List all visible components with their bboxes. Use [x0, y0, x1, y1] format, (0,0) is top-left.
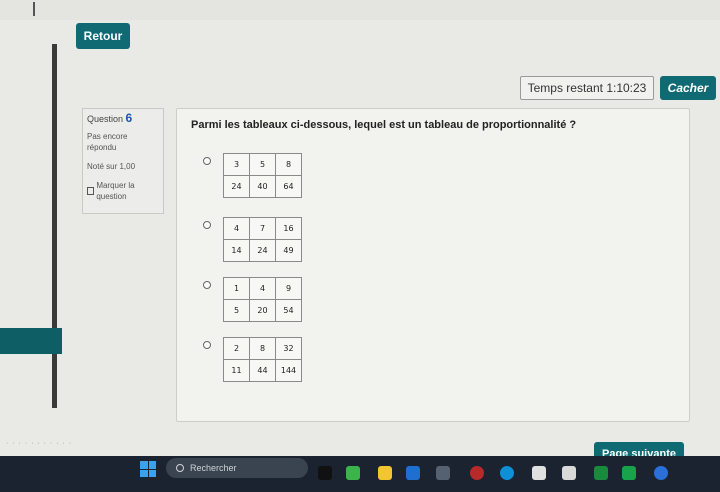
table-cell: 49 [275, 239, 302, 262]
table-cell: 8 [275, 153, 302, 176]
table-cell: 8 [249, 337, 276, 360]
option-3-table: 1 4 9 5 20 54 [223, 277, 302, 322]
table-cell: 1 [223, 277, 250, 300]
back-button[interactable]: Retour [76, 23, 130, 49]
app-icon[interactable] [594, 466, 608, 480]
drawer-active-item[interactable] [0, 328, 62, 354]
table-cell: 5 [249, 153, 276, 176]
question-card: Parmi les tableaux ci-dessous, lequel es… [176, 108, 690, 422]
table-cell: 44 [249, 359, 276, 382]
edge-browser-icon[interactable] [500, 466, 514, 480]
question-status: Pas encore répondu [87, 132, 128, 152]
mail-icon[interactable] [532, 466, 546, 480]
table-cell: 4 [223, 217, 250, 240]
flag-icon [87, 187, 95, 195]
table-cell: 40 [249, 175, 276, 198]
taskbar-search-input[interactable]: Rechercher [166, 458, 308, 478]
app-icon[interactable] [622, 466, 636, 480]
app-icon[interactable] [654, 466, 668, 480]
option-3-radio[interactable] [203, 281, 211, 289]
widgets-icon[interactable] [346, 466, 360, 480]
option-2-radio[interactable] [203, 221, 211, 229]
store-icon[interactable] [406, 466, 420, 480]
option-1-radio[interactable] [203, 157, 211, 165]
window-edge-mark [33, 2, 35, 16]
table-cell: 54 [275, 299, 302, 322]
table-cell: 16 [275, 217, 302, 240]
question-number: Question 6 [87, 111, 133, 125]
table-cell: 5 [223, 299, 250, 322]
search-icon [176, 464, 184, 472]
file-explorer-icon[interactable] [378, 466, 392, 480]
table-cell: 32 [275, 337, 302, 360]
option-2-table: 4 7 16 14 24 49 [223, 217, 302, 262]
table-cell: 3 [223, 153, 250, 176]
taskbar [0, 456, 720, 492]
table-cell: 24 [249, 239, 276, 262]
question-score: Noté sur 1,00 [87, 162, 136, 171]
time-remaining: Temps restant 1:10:23 [520, 76, 654, 100]
table-cell: 144 [275, 359, 302, 382]
question-text: Parmi les tableaux ci-dessous, lequel es… [191, 119, 577, 131]
table-cell: 64 [275, 175, 302, 198]
taskview-icon[interactable] [318, 466, 332, 480]
footer-faded-text: · · · · · · · · · · · [6, 440, 73, 447]
option-4-table: 2 8 32 11 44 144 [223, 337, 302, 382]
hide-timer-button[interactable]: Cacher [660, 76, 716, 100]
table-cell: 9 [275, 277, 302, 300]
option-1-table: 3 5 8 24 40 64 [223, 153, 302, 198]
table-cell: 24 [223, 175, 250, 198]
table-cell: 11 [223, 359, 250, 382]
question-info-panel: Question 6 Pas encore répondu Noté sur 1… [82, 108, 164, 214]
flag-question-link[interactable]: Marquer la question [87, 180, 159, 202]
table-cell: 20 [249, 299, 276, 322]
table-cell: 14 [223, 239, 250, 262]
windows-start-icon[interactable] [140, 461, 156, 477]
app-icon[interactable] [562, 466, 576, 480]
app-icon[interactable] [470, 466, 484, 480]
app-icon[interactable] [436, 466, 450, 480]
table-cell: 7 [249, 217, 276, 240]
table-cell: 2 [223, 337, 250, 360]
top-strip [0, 0, 720, 20]
option-4-radio[interactable] [203, 341, 211, 349]
table-cell: 4 [249, 277, 276, 300]
